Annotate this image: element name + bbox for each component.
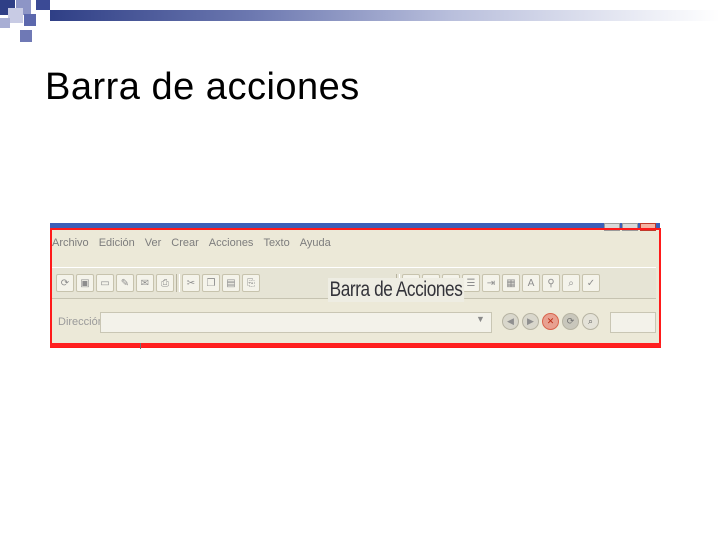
title-gradient-bar bbox=[50, 10, 720, 21]
deco-square bbox=[8, 8, 23, 23]
save-icon[interactable]: ▣ bbox=[76, 274, 94, 292]
indent-icon[interactable]: ⇥ bbox=[482, 274, 500, 292]
menu-ver[interactable]: Ver bbox=[145, 237, 162, 249]
highlight-underline bbox=[50, 343, 661, 347]
menu-edicion[interactable]: Edición bbox=[99, 237, 135, 249]
menu-acciones[interactable]: Acciones bbox=[209, 237, 254, 249]
deco-square bbox=[36, 0, 50, 10]
deco-square bbox=[0, 18, 10, 28]
paste-icon[interactable]: ▤ bbox=[222, 274, 240, 292]
menu-bar: Archivo Edición Ver Crear Acciones Texto… bbox=[52, 233, 331, 253]
search-input[interactable] bbox=[610, 312, 656, 333]
link-icon[interactable]: ⚲ bbox=[542, 274, 560, 292]
email-icon[interactable]: ✉ bbox=[136, 274, 154, 292]
copy-icon[interactable]: ❐ bbox=[202, 274, 220, 292]
cut-icon[interactable]: ✂ bbox=[182, 274, 200, 292]
window-titlebar bbox=[50, 223, 660, 228]
maximize-icon[interactable] bbox=[622, 223, 638, 231]
address-bar: Dirección ▼ ◀ ▶ ✕ ⟳ ⌕ bbox=[52, 309, 656, 337]
list-icon[interactable]: ☰ bbox=[462, 274, 480, 292]
toolbar-group-file: ⟳ ▣ ▭ ✎ ✉ ⎙ ✂ ❐ ▤ ⎘ bbox=[56, 272, 260, 294]
forward-icon[interactable]: ▶ bbox=[522, 313, 539, 330]
menu-ayuda[interactable]: Ayuda bbox=[300, 237, 331, 249]
deco-square bbox=[20, 30, 32, 42]
reload-icon[interactable]: ⟳ bbox=[562, 313, 579, 330]
slide-decoration bbox=[0, 0, 720, 48]
menu-archivo[interactable]: Archivo bbox=[52, 237, 89, 249]
edit-icon[interactable]: ✎ bbox=[116, 274, 134, 292]
text-color-icon[interactable]: A bbox=[522, 274, 540, 292]
open-folder-icon[interactable]: ▭ bbox=[96, 274, 114, 292]
close-icon[interactable] bbox=[640, 223, 656, 231]
chevron-down-icon[interactable]: ▼ bbox=[476, 314, 485, 324]
find-icon[interactable]: ⌕ bbox=[562, 274, 580, 292]
attach-icon[interactable]: ⎘ bbox=[242, 274, 260, 292]
refresh-icon[interactable]: ⟳ bbox=[56, 274, 74, 292]
menu-texto[interactable]: Texto bbox=[263, 237, 289, 249]
divider-tick bbox=[140, 343, 141, 349]
window-controls bbox=[604, 223, 656, 231]
slide-title: Barra de acciones bbox=[45, 66, 360, 108]
address-label: Dirección bbox=[58, 316, 104, 328]
menu-crear[interactable]: Crear bbox=[171, 237, 199, 249]
print-icon[interactable]: ⎙ bbox=[156, 274, 174, 292]
minimize-icon[interactable] bbox=[604, 223, 620, 231]
table-icon[interactable]: ▦ bbox=[502, 274, 520, 292]
spellcheck-icon[interactable]: ✓ bbox=[582, 274, 600, 292]
actions-bar-caption: Barra de Acciones bbox=[328, 278, 465, 302]
toolbar-separator bbox=[176, 274, 180, 292]
address-input[interactable] bbox=[100, 312, 492, 333]
navigation-buttons: ◀ ▶ ✕ ⟳ ⌕ bbox=[502, 313, 599, 330]
search-icon[interactable]: ⌕ bbox=[582, 313, 599, 330]
stop-icon[interactable]: ✕ bbox=[542, 313, 559, 330]
back-icon[interactable]: ◀ bbox=[502, 313, 519, 330]
deco-square bbox=[24, 14, 36, 26]
